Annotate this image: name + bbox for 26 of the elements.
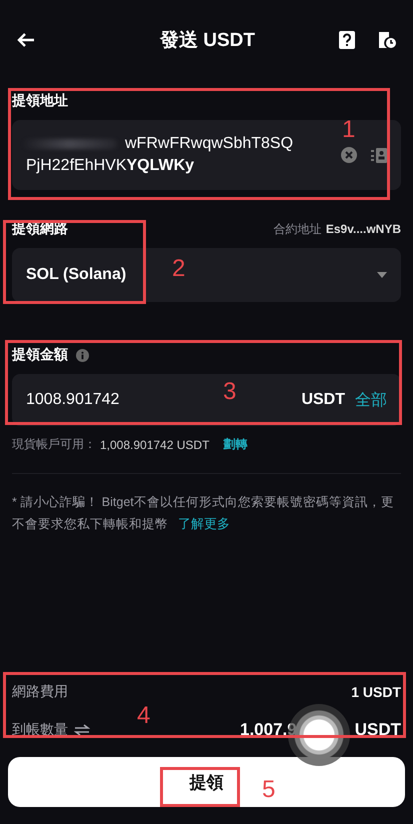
section-label: 提領地址 [12, 92, 69, 110]
section-label: 提領金額 [12, 346, 68, 364]
annotation-number: 2 [172, 255, 186, 283]
page-title: 發送 USDT [158, 29, 256, 53]
summary-unit: USDT [354, 720, 401, 740]
annotation-number: 5 [262, 776, 276, 804]
warning-text: * 請小心詐騙！ Bitget不會以任何形式向您索要帳號密碼等資訊，更不會要求您私下轉帳和提幣 了解更多 [12, 494, 395, 533]
info-icon[interactable] [76, 348, 89, 362]
learn-more-link[interactable]: 了解更多 [178, 516, 230, 531]
contract-address: Es9v....wNYB [326, 222, 401, 236]
contract-label: 合約地址 [273, 222, 322, 236]
annotation-number: 4 [137, 702, 150, 730]
transfer-link[interactable]: 劃轉 [223, 436, 248, 453]
summary-value: 1,007.9 [240, 720, 297, 740]
address-text: wFRwFRwqwSbhT8SQ [125, 134, 294, 154]
summary-label: 網路費用 [12, 683, 68, 701]
annotation-number: 3 [223, 378, 236, 406]
all-link[interactable]: 全部 [355, 390, 387, 410]
summary-value: 1 USDT [351, 684, 401, 700]
available-label: 現貨帳戶可用： [12, 436, 96, 453]
clear-icon[interactable] [341, 147, 357, 163]
available-balance: 1,008.901742 USDT [100, 438, 210, 452]
swap-icon[interactable] [74, 724, 90, 736]
contacts-icon[interactable] [371, 148, 387, 162]
address-text: PjH22fEhHVKYQLWKy [26, 156, 196, 176]
caret-icon [377, 272, 387, 278]
